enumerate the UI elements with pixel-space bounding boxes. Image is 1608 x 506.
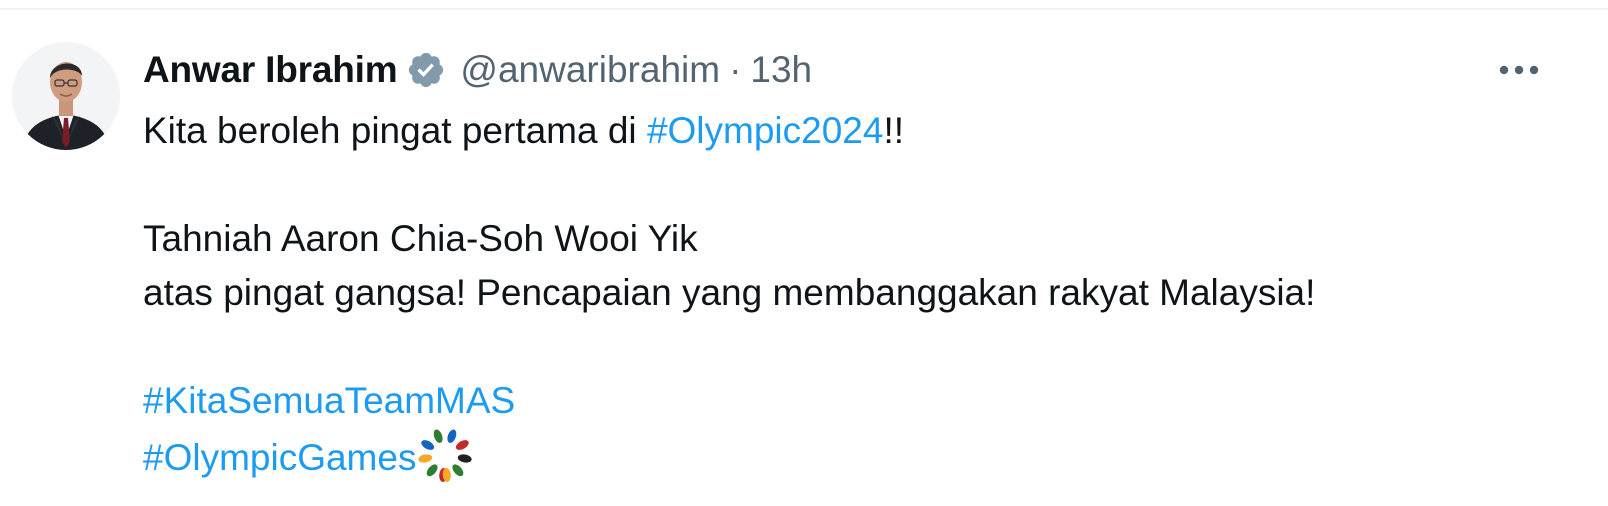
author-display-name[interactable]: Anwar Ibrahim [143, 49, 398, 91]
avatar[interactable] [12, 42, 120, 150]
verified-badge-icon[interactable] [406, 50, 446, 90]
tweet-line-1-text: Kita beroleh pingat pertama di [143, 110, 647, 151]
author-handle[interactable]: @anwaribrahim [460, 49, 720, 91]
tweet-line-3: atas pingat gangsa! Pencapaian yang memb… [143, 272, 1316, 313]
top-divider [0, 8, 1608, 10]
hashtag-kitasemuateammas-link[interactable]: #KitaSemuaTeamMAS [143, 380, 515, 421]
hashtag-olympic2024-link[interactable]: #Olympic2024 [647, 110, 884, 151]
tweet-header: Anwar Ibrahim @anwaribrahim · 13h [143, 44, 812, 96]
tweet-timestamp[interactable]: 13h [750, 49, 812, 91]
tweet-line-1: Kita beroleh pingat pertama di #Olympic2… [143, 104, 1573, 158]
more-horizontal-icon [1499, 65, 1539, 75]
more-options-button[interactable] [1494, 50, 1544, 90]
tweet-body: Kita beroleh pingat pertama di #Olympic2… [143, 104, 1573, 482]
tweet-line-1-suffix: !! [883, 110, 905, 151]
tweet-line-2: Tahniah Aaron Chia-Soh Wooi Yik [143, 218, 698, 259]
olympic-laurel-icon [418, 428, 473, 482]
hashtag-olympicgames-link[interactable]: #OlympicGames [143, 437, 416, 478]
tweet-line-4: #KitaSemuaTeamMAS [143, 374, 1573, 428]
tweet-line-5: #OlympicGames [143, 428, 1573, 482]
profile-photo-icon [12, 42, 120, 150]
header-separator: · [729, 49, 742, 90]
